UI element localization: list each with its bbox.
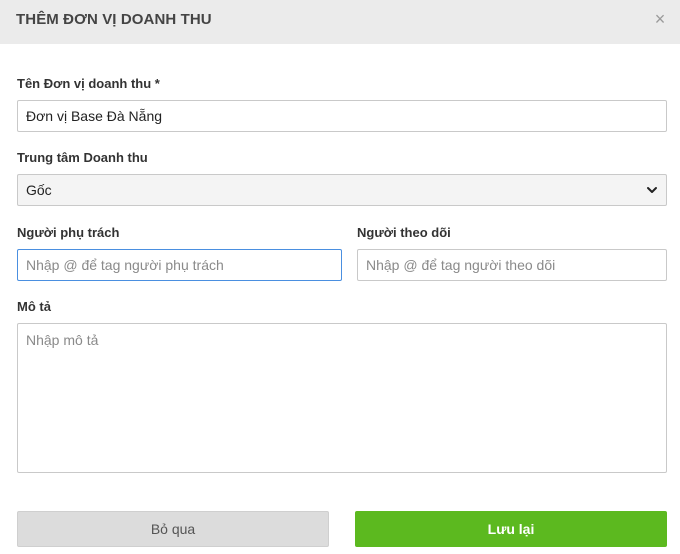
- dialog-header: THÊM ĐƠN VỊ DOANH THU ×: [0, 0, 680, 44]
- description-textarea[interactable]: [17, 323, 667, 473]
- close-icon: ×: [654, 9, 666, 29]
- follower-label: Người theo dõi: [357, 225, 451, 240]
- revenue-center-select[interactable]: Gốc: [17, 174, 667, 206]
- follower-input[interactable]: [357, 249, 667, 281]
- revenue-center-selected: Gốc: [26, 182, 52, 198]
- unit-name-input[interactable]: [17, 100, 667, 132]
- close-button[interactable]: ×: [650, 10, 670, 30]
- unit-name-label: Tên Đơn vị doanh thu *: [17, 76, 160, 91]
- cancel-button[interactable]: Bỏ qua: [17, 511, 329, 547]
- assignee-input[interactable]: [17, 249, 342, 281]
- dialog-title: THÊM ĐƠN VỊ DOANH THU: [16, 11, 212, 28]
- save-button[interactable]: Lưu lại: [355, 511, 667, 547]
- assignee-label: Người phụ trách: [17, 225, 120, 240]
- description-label: Mô tả: [17, 299, 51, 314]
- revenue-center-label: Trung tâm Doanh thu: [17, 150, 148, 165]
- chevron-down-icon: [647, 187, 657, 193]
